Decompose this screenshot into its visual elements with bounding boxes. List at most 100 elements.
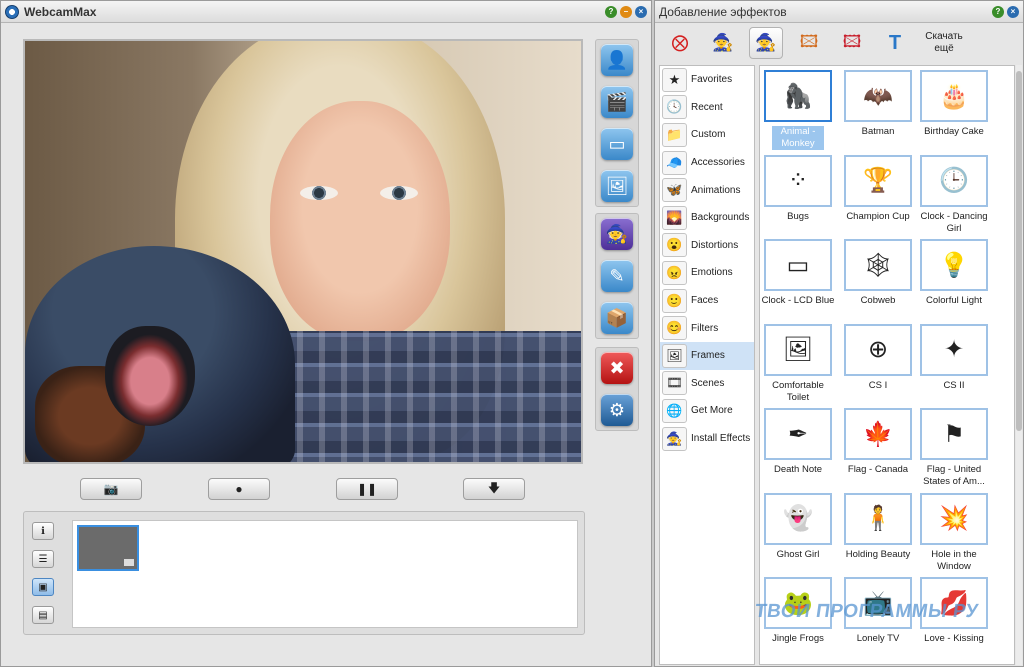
close-icon[interactable]: × [1007, 5, 1019, 18]
pause-button[interactable]: ❚❚ [336, 478, 398, 500]
effects-scrollbar[interactable] [1016, 65, 1022, 665]
remove-effect-button[interactable]: ⨂ [663, 27, 697, 59]
effect-batman[interactable]: 🦇 Batman [840, 70, 916, 154]
download-button[interactable]: 🡇 [463, 478, 525, 500]
effect-cs-i[interactable]: ⊕ CS I [840, 323, 916, 408]
effect-colorful-light[interactable]: 💡 Colorful Light [916, 239, 992, 323]
minimize-icon[interactable]: – [620, 5, 632, 18]
effects-window: Добавление эффектов ? × ⨂ 🧙 🧙 🖾 🖾 T Скачать е… [654, 0, 1024, 667]
effect-label: Love - Kissing [924, 633, 984, 644]
effect-love-kissing[interactable]: 💋 Love - Kissing [916, 577, 992, 661]
category-accessories[interactable]: 🧢 Accessories [660, 149, 754, 177]
category-label: Scenes [691, 377, 725, 389]
magic-button[interactable]: 🧙 [601, 218, 633, 250]
wizard-icon: 🧙 [755, 33, 777, 52]
effect-clock-lcd-blue[interactable]: ▭ Clock - LCD Blue [760, 239, 836, 323]
download-more-button[interactable]: Скачать ещё [921, 31, 967, 55]
effect-thumbnail: 🎂 [920, 70, 988, 122]
record-button[interactable]: ● [208, 478, 270, 500]
snapshot-button[interactable]: 📷 [80, 478, 142, 500]
category-favorites[interactable]: ★ Favorites [660, 66, 754, 94]
effect-cobweb[interactable]: 🕸 Cobweb [840, 239, 916, 323]
category-animations[interactable]: 🦋 Animations [660, 176, 754, 204]
effect-birthday-cake[interactable]: 🎂 Birthday Cake [916, 70, 992, 154]
star-icon: ★ [662, 67, 687, 92]
effect-thumbnail: 📺 [844, 577, 912, 629]
globe-icon: 🌐 [662, 398, 687, 423]
webcam-logo-icon [5, 4, 19, 19]
close-icon[interactable]: × [635, 5, 647, 18]
film-icon: 🎬 [605, 91, 629, 112]
category-custom[interactable]: 📁 Custom [660, 121, 754, 149]
help-icon[interactable]: ? [605, 5, 617, 18]
text-effect-button[interactable]: T [878, 27, 912, 59]
effect-death-note[interactable]: ✒ Death Note [760, 408, 836, 492]
pencil-icon: ✎ [609, 265, 625, 286]
category-scenes[interactable]: 🎞 Scenes [660, 370, 754, 398]
landscape-icon: 🌄 [662, 205, 687, 230]
record-dot-icon: ● [235, 482, 243, 496]
category-distortions[interactable]: 😮 Distortions [660, 232, 754, 260]
picture-mode-button[interactable]: ▣ [32, 578, 54, 596]
effect-animal-monkey[interactable]: 🦍 Animal - Monkey [760, 70, 836, 154]
effect-label: Clock - Dancing Girl [920, 210, 988, 234]
effect-label: Animal - Monkey [772, 126, 824, 150]
list-mode-button[interactable]: ☰ [32, 550, 54, 568]
wizard-hat-icon: 🧙 [712, 33, 734, 52]
clock-icon: 🕓 [662, 95, 687, 120]
screen-button[interactable]: ▭ [601, 128, 633, 160]
category-backgrounds[interactable]: 🌄 Backgrounds [660, 204, 754, 232]
effect-bugs[interactable]: ⁘ Bugs [760, 154, 836, 239]
effect-hole-in-the-window[interactable]: 💥 Hole in the Window [916, 492, 992, 577]
effect-lonely-tv[interactable]: 📺 Lonely TV [840, 577, 916, 661]
add-effect-button[interactable]: 🖾 [792, 27, 826, 59]
effect-champion-cup[interactable]: 🏆 Champion Cup [840, 154, 916, 239]
wizard-button[interactable]: 🧙 [749, 27, 783, 59]
effect-ghost-girl[interactable]: 👻 Ghost Girl [760, 492, 836, 577]
draw-button[interactable]: ✎ [601, 260, 633, 292]
cup-icon: 🏆 [863, 167, 893, 194]
capture-thumbnail[interactable] [77, 525, 139, 571]
clock-icon: 🕒 [939, 167, 969, 194]
category-faces[interactable]: 🙂 Faces [660, 287, 754, 315]
download-more-label: Скачать ещё [925, 31, 963, 54]
category-label: Filters [691, 322, 719, 334]
movie-button[interactable]: 🎬 [601, 86, 633, 118]
magic-hat-button[interactable]: 🧙 [706, 27, 740, 59]
effect-jingle-frogs[interactable]: 🐸 Jingle Frogs [760, 577, 836, 661]
effect-holding-beauty[interactable]: 🧍 Holding Beauty [840, 492, 916, 577]
effect-comfortable-toilet[interactable]: 🖼 Comfortable Toilet [760, 323, 836, 408]
effect-cs-ii[interactable]: ✦ CS II [916, 323, 992, 408]
settings-button[interactable]: ⚙ [601, 394, 633, 426]
help-icon[interactable]: ? [992, 5, 1004, 18]
category-label: Backgrounds [691, 212, 750, 224]
category-install-effects[interactable]: 🧙 Install Effects [660, 425, 754, 453]
package-button[interactable]: 📦 [601, 302, 633, 334]
scrollbar-thumb[interactable] [1016, 71, 1022, 431]
info-mode-button[interactable]: ℹ [32, 522, 54, 540]
canada-flag-icon: 🍁 [863, 420, 893, 448]
face-shape [270, 101, 450, 341]
effect-thumbnail: ⚑ [920, 408, 988, 460]
edit-effect-button[interactable]: 🖾 [835, 27, 869, 59]
effect-flag-united-states-of-am[interactable]: ⚑ Flag - United States of Am... [916, 408, 992, 492]
folder-icon: 📁 [662, 122, 687, 147]
crosshair-icon: ⊕ [867, 336, 889, 363]
effect-clock-dancing-girl[interactable]: 🕒 Clock - Dancing Girl [916, 154, 992, 239]
category-emotions[interactable]: 😠 Emotions [660, 259, 754, 287]
category-get-more[interactable]: 🌐 Get More [660, 397, 754, 425]
main-window: WebcamMax ? – × 👤 🎬 ▭ 🖼 🧙 ✎ 📦 ✖ ⚙ 📷 ● ❚❚ 🡇 ℹ ☰ ▣ ▤ [0, 0, 652, 667]
effect-thumbnail: ⊕ [844, 323, 912, 376]
disable-button[interactable]: ✖ [601, 352, 633, 384]
eye-left [300, 186, 338, 200]
video-mode-button[interactable]: ▤ [32, 606, 54, 624]
category-recent[interactable]: 🕓 Recent [660, 94, 754, 122]
down-arrow-icon: 🡇 [487, 480, 501, 495]
effect-label: Hole in the Window [931, 548, 977, 572]
category-filters[interactable]: 😊 Filters [660, 314, 754, 342]
effects-button[interactable]: 👤 [601, 44, 633, 76]
effect-flag-canada[interactable]: 🍁 Flag - Canada [840, 408, 916, 492]
picture-button[interactable]: 🖼 [601, 170, 633, 202]
eye-right [380, 186, 418, 200]
category-frames[interactable]: 🖼 Frames [660, 341, 754, 370]
